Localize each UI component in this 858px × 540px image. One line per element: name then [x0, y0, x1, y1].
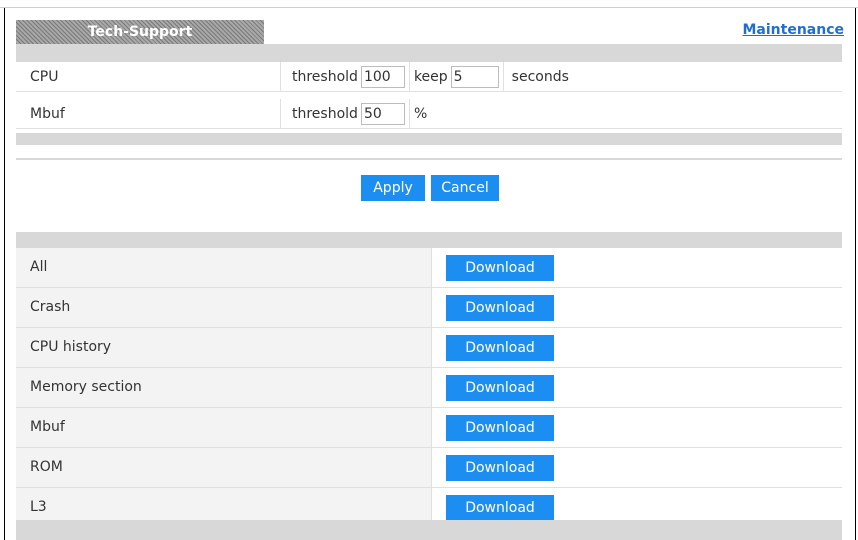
download-label-cell: Crash — [16, 288, 432, 327]
cancel-button[interactable]: Cancel — [431, 175, 499, 201]
divider — [408, 99, 410, 129]
settings-footer-bar — [16, 133, 842, 145]
mbuf-label-cell: Mbuf — [16, 99, 281, 128]
download-button[interactable]: Download — [446, 415, 554, 441]
download-label-cell: ROM — [16, 448, 432, 487]
mbuf-controls: threshold % — [292, 99, 430, 129]
download-item-label: L3 — [30, 499, 47, 515]
download-footer-bar — [16, 520, 842, 540]
download-item-label: ROM — [30, 459, 63, 475]
tab-tech-support[interactable]: Tech-Support — [16, 20, 264, 44]
download-row: ROM Download — [16, 448, 842, 488]
download-row: Mbuf Download — [16, 408, 842, 448]
cpu-seconds-label: seconds — [511, 69, 569, 85]
mbuf-label: Mbuf — [30, 106, 65, 122]
download-row: Memory section Download — [16, 368, 842, 408]
download-item-label: Memory section — [30, 379, 142, 395]
section-separator — [16, 158, 842, 160]
download-button[interactable]: Download — [446, 455, 554, 481]
divider — [502, 62, 504, 92]
download-row: CPU history Download — [16, 328, 842, 368]
mbuf-threshold-input[interactable] — [360, 103, 405, 125]
cpu-label-cell: CPU — [16, 62, 281, 91]
cpu-keep-label: keep — [413, 69, 448, 85]
mbuf-unit-label: % — [413, 106, 428, 122]
download-button[interactable]: Download — [446, 335, 554, 361]
maintenance-link[interactable]: Maintenance — [742, 22, 844, 38]
cpu-threshold-input[interactable] — [360, 66, 405, 88]
download-item-label: Crash — [30, 299, 71, 315]
download-label-cell: CPU history — [16, 328, 432, 367]
mbuf-threshold-label: threshold — [292, 106, 358, 122]
download-label-cell: Memory section — [16, 368, 432, 407]
divider — [408, 62, 410, 92]
cpu-keep-input[interactable] — [450, 66, 499, 88]
cpu-controls: threshold keep seconds — [292, 62, 572, 92]
settings-header-bar — [16, 44, 842, 62]
download-item-label: Mbuf — [30, 419, 65, 435]
download-button[interactable]: Download — [446, 295, 554, 321]
download-button[interactable]: Download — [446, 255, 554, 281]
download-button[interactable]: Download — [446, 495, 554, 521]
download-button[interactable]: Download — [446, 375, 554, 401]
download-header-bar — [16, 232, 842, 248]
download-item-label: All — [30, 259, 48, 275]
apply-button[interactable]: Apply — [361, 175, 425, 201]
caption-strip — [0, 0, 858, 8]
download-label-cell: All — [16, 248, 432, 287]
cpu-threshold-label: threshold — [292, 69, 358, 85]
download-item-label: CPU history — [30, 339, 112, 355]
download-label-cell: Mbuf — [16, 408, 432, 447]
download-row: Crash Download — [16, 288, 842, 328]
cpu-settings-row: CPU threshold keep seconds — [16, 62, 842, 92]
download-row: All Download — [16, 248, 842, 288]
mbuf-settings-row: Mbuf threshold % — [16, 99, 842, 129]
cpu-label: CPU — [30, 69, 59, 85]
